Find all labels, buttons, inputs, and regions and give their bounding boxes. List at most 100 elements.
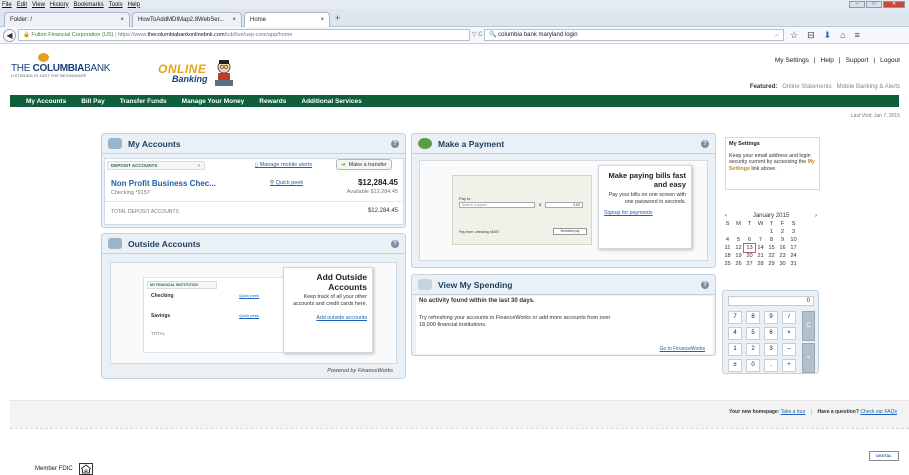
account-name-link[interactable]: Non Profit Business Chec... <box>111 179 216 188</box>
calendar-day[interactable]: 18 <box>722 252 733 260</box>
help-link[interactable]: Help <box>821 57 834 64</box>
calendar-day[interactable]: 28 <box>755 260 766 268</box>
calendar-day[interactable]: 29 <box>766 260 777 268</box>
calendar-day[interactable]: 25 <box>722 260 733 268</box>
bank-logo[interactable]: THE COLUMBIABANK LISTENING IS JUST THE B… <box>11 63 129 78</box>
add-outside-accounts-link[interactable]: Add outside accounts <box>289 315 367 321</box>
calculator-key[interactable]: ± <box>728 359 742 372</box>
online-statements-link[interactable]: Online Statements <box>782 84 831 90</box>
calendar-day[interactable]: 31 <box>788 260 799 268</box>
nav-transfer-funds[interactable]: Transfer Funds <box>120 98 167 105</box>
calendar-day[interactable]: 8 <box>766 236 777 244</box>
calculator-key[interactable]: 2 <box>746 343 760 356</box>
calendar-day[interactable]: 6 <box>744 236 755 244</box>
calendar-day[interactable]: 16 <box>777 244 788 252</box>
calculator-key[interactable]: 5 <box>746 327 760 340</box>
new-tab-button[interactable]: + <box>335 13 340 23</box>
calculator-equals-button[interactable]: = <box>802 343 815 373</box>
go-to-financeworks-link[interactable]: Go to FinanceWorks <box>660 346 705 352</box>
calendar-day[interactable]: 30 <box>777 260 788 268</box>
support-link[interactable]: Support <box>846 57 869 64</box>
check-faqs-link[interactable]: Check our FAQs <box>860 409 897 415</box>
prev-month-button[interactable]: ‹ <box>725 213 727 219</box>
digital-badge-icon[interactable]: DIGITAL <box>869 451 899 461</box>
payee-search-input[interactable]: Search a payee <box>459 202 535 208</box>
calendar-day[interactable]: 27 <box>744 260 755 268</box>
take-tour-link[interactable]: Take a tour <box>781 409 806 415</box>
calculator-key[interactable]: 6 <box>764 327 778 340</box>
calendar-day[interactable]: 7 <box>755 236 766 244</box>
calendar-day[interactable]: 12 <box>733 244 744 252</box>
calendar-day[interactable]: 5 <box>733 236 744 244</box>
tab-close-icon[interactable]: × <box>232 17 236 23</box>
maximize-button[interactable]: □ <box>866 1 882 8</box>
calculator-key[interactable]: × <box>782 327 796 340</box>
help-icon[interactable]: ? <box>701 140 709 148</box>
calendar-day[interactable]: 10 <box>788 236 799 244</box>
calendar-day[interactable]: 24 <box>788 252 799 260</box>
menu-view[interactable]: View <box>32 2 45 8</box>
calculator-clear-button[interactable]: C <box>802 311 815 341</box>
calendar-day[interactable]: 14 <box>755 244 766 252</box>
calculator-key[interactable]: 8 <box>746 311 760 324</box>
quick-peek-link[interactable]: Quick peek <box>239 313 259 318</box>
calculator-key[interactable]: 3 <box>764 343 778 356</box>
calendar-day[interactable]: 15 <box>766 244 777 252</box>
download-icon[interactable]: ⬇ <box>824 30 832 41</box>
menu-edit[interactable]: Edit <box>17 2 27 8</box>
help-icon[interactable]: ? <box>391 240 399 248</box>
my-settings-link[interactable]: My Settings <box>775 57 809 64</box>
menu-file[interactable]: File <box>2 2 12 8</box>
calendar-day[interactable]: 22 <box>766 252 777 260</box>
quick-peek-link[interactable]: Quick peek <box>239 293 259 298</box>
calculator-key[interactable]: – <box>782 343 796 356</box>
calendar-day[interactable]: 2 <box>777 228 788 236</box>
search-input[interactable]: 🔍 columbia bank maryland login → <box>484 29 784 41</box>
calculator-key[interactable]: 0 <box>746 359 760 372</box>
calendar-day[interactable]: 9 <box>777 236 788 244</box>
signup-payments-link[interactable]: Signup for payments <box>604 210 686 216</box>
calculator-key[interactable]: / <box>782 311 796 324</box>
calculator-key[interactable]: 9 <box>764 311 778 324</box>
menu-icon[interactable]: ≡ <box>855 30 860 41</box>
calendar-day[interactable]: 19 <box>733 252 744 260</box>
close-window-button[interactable]: ✕ <box>883 1 905 8</box>
tab-close-icon[interactable]: × <box>120 17 124 23</box>
reader-icon[interactable]: ⊟ <box>807 30 815 41</box>
nav-manage-money[interactable]: Manage Your Money <box>182 98 245 105</box>
back-button[interactable]: ◀ <box>3 29 16 42</box>
amount-input[interactable]: 0.00 <box>545 202 583 208</box>
next-month-button[interactable]: › <box>815 213 817 219</box>
menu-help[interactable]: Help <box>128 2 140 8</box>
calendar-day[interactable]: 3 <box>788 228 799 236</box>
calendar-day[interactable]: 21 <box>755 252 766 260</box>
help-icon[interactable]: ? <box>391 140 399 148</box>
calendar-day[interactable]: 4 <box>722 236 733 244</box>
nav-bill-pay[interactable]: Bill Pay <box>81 98 104 105</box>
calendar-day[interactable]: 17 <box>788 244 799 252</box>
home-icon[interactable]: ⌂ <box>840 30 845 41</box>
minimize-button[interactable]: – <box>849 1 865 8</box>
quick-peek-link[interactable]: ⚲ Quick peek <box>270 180 303 186</box>
calculator-key[interactable]: 1 <box>728 343 742 356</box>
calendar-day[interactable]: 13 <box>743 243 756 253</box>
menu-bookmarks[interactable]: Bookmarks <box>74 2 104 8</box>
tab-folder[interactable]: Folder: / × <box>4 12 130 27</box>
logout-link[interactable]: Logout <box>880 57 900 64</box>
bookmark-star-icon[interactable]: ☆ <box>790 30 798 41</box>
help-icon[interactable]: ? <box>701 281 709 289</box>
calculator-key[interactable]: 4 <box>728 327 742 340</box>
calendar-day[interactable]: 20 <box>744 252 755 260</box>
nav-additional-services[interactable]: Additional Services <box>301 98 361 105</box>
reload-icon[interactable]: ▽ C <box>472 31 483 38</box>
calculator-key[interactable]: 7 <box>728 311 742 324</box>
make-transfer-button[interactable]: ➔ Make a transfer <box>336 159 392 170</box>
menu-history[interactable]: History <box>50 2 69 8</box>
tab-deposit-accounts[interactable]: DEPOSIT ACCOUNTS ▿ <box>107 161 205 170</box>
calculator-key[interactable]: + <box>782 359 796 372</box>
calendar-day[interactable]: 23 <box>777 252 788 260</box>
tab-howto[interactable]: HowToAddMDIMap2.8WebSer... × <box>132 12 242 27</box>
nav-my-accounts[interactable]: My Accounts <box>26 98 66 105</box>
calculator-key[interactable]: . <box>764 359 778 372</box>
calendar-day[interactable]: 26 <box>733 260 744 268</box>
